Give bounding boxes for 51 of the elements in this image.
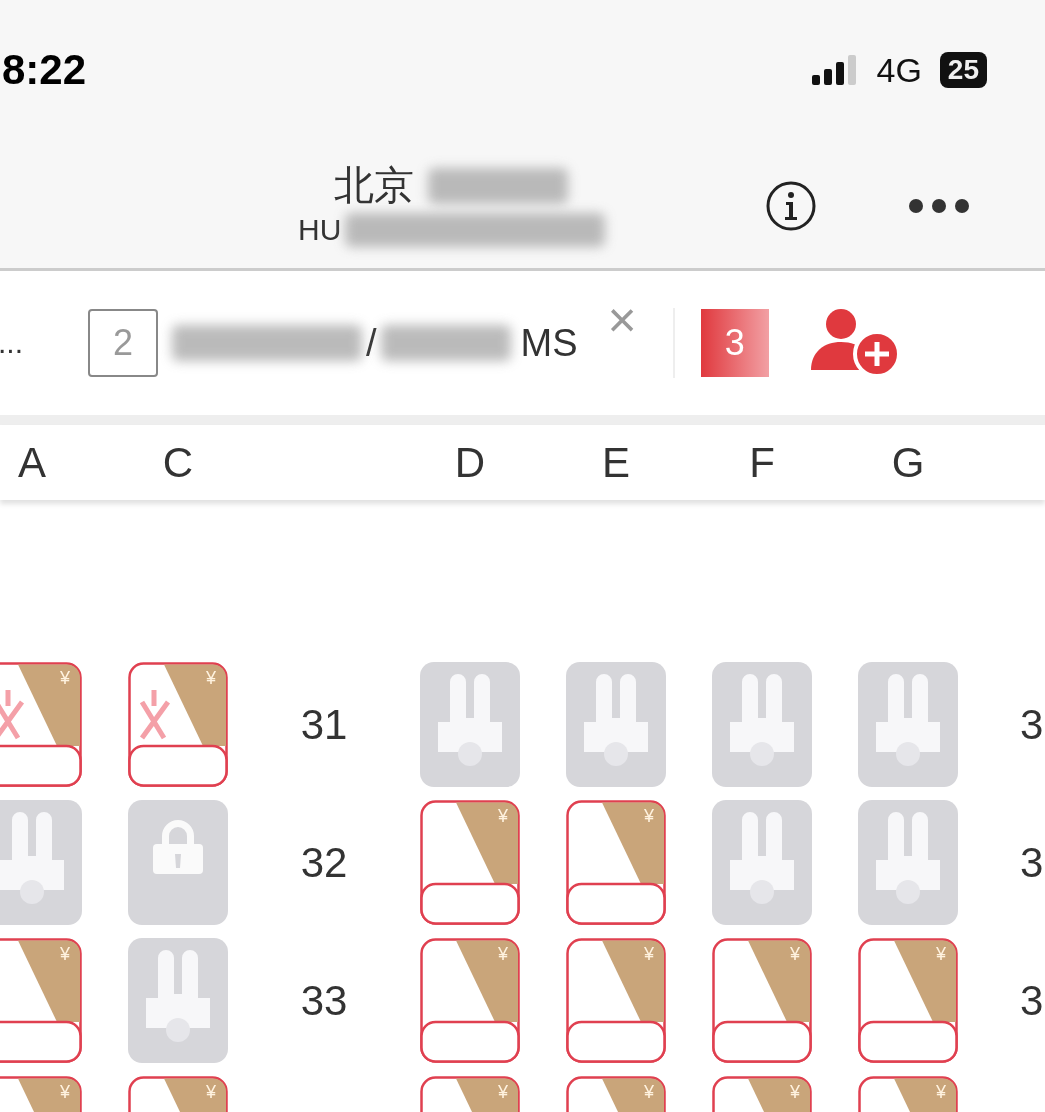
row-number: 31 <box>300 700 348 749</box>
seat-button[interactable]: ¥ <box>128 1076 228 1112</box>
passenger-number-button[interactable]: 3 <box>700 309 769 377</box>
seat-button[interactable] <box>858 662 958 787</box>
signal-icon <box>812 55 859 85</box>
seat-button[interactable]: ¥ <box>566 800 666 925</box>
column-label: A <box>18 438 46 487</box>
battery-level: 25 <box>939 52 987 88</box>
column-label: C <box>162 438 194 487</box>
seat-button[interactable]: ¥ <box>712 1076 812 1112</box>
network-label: 4G <box>876 50 922 90</box>
column-label: F <box>749 438 775 487</box>
seat-button[interactable]: ¥ <box>0 938 82 1063</box>
seat-button[interactable] <box>712 662 812 787</box>
seat-button[interactable] <box>0 800 82 925</box>
seat-button[interactable]: ¥ <box>0 662 82 787</box>
seat-button[interactable]: ¥ <box>566 938 666 1063</box>
info-icon[interactable] <box>765 180 817 232</box>
row-number: 32 <box>300 838 348 887</box>
seat-button[interactable] <box>858 800 958 925</box>
seat-button[interactable] <box>712 800 812 925</box>
seat-button[interactable]: ¥ <box>0 1076 82 1112</box>
close-button[interactable]: × <box>607 295 637 345</box>
seat-button[interactable] <box>128 938 228 1063</box>
row-number: 3 <box>1020 976 1044 1025</box>
column-label: D <box>454 438 486 487</box>
more-icon[interactable] <box>908 198 970 214</box>
passenger-tab[interactable]: 2 / MS <box>88 309 578 377</box>
seat-button[interactable]: ¥ <box>712 938 812 1063</box>
row-number: 3 <box>1020 838 1044 887</box>
name-separator: / <box>366 321 377 365</box>
status-time: 8:22 <box>2 46 87 94</box>
seat-button[interactable]: ¥ <box>128 662 228 787</box>
seat-button[interactable] <box>566 662 666 787</box>
overflow-text: ... <box>0 326 24 360</box>
column-label: E <box>602 438 630 487</box>
seat-button[interactable]: ¥ <box>420 800 520 925</box>
passenger-number: 2 <box>88 309 158 377</box>
seat-button[interactable]: ¥ <box>566 1076 666 1112</box>
seat-button[interactable] <box>420 662 520 787</box>
seat-button[interactable]: ¥ <box>420 1076 520 1112</box>
row-number: 3 <box>1020 700 1044 749</box>
seat-button[interactable]: ¥ <box>858 1076 958 1112</box>
seat-button[interactable]: ¥ <box>858 938 958 1063</box>
seat-button[interactable]: ¥ <box>420 938 520 1063</box>
column-label: G <box>891 438 925 487</box>
passenger-title: MS <box>520 321 578 365</box>
flight-subtitle: HU <box>298 213 342 247</box>
seat-button[interactable] <box>128 800 228 925</box>
flight-title: 北京 <box>334 162 414 209</box>
row-number: 33 <box>300 976 348 1025</box>
